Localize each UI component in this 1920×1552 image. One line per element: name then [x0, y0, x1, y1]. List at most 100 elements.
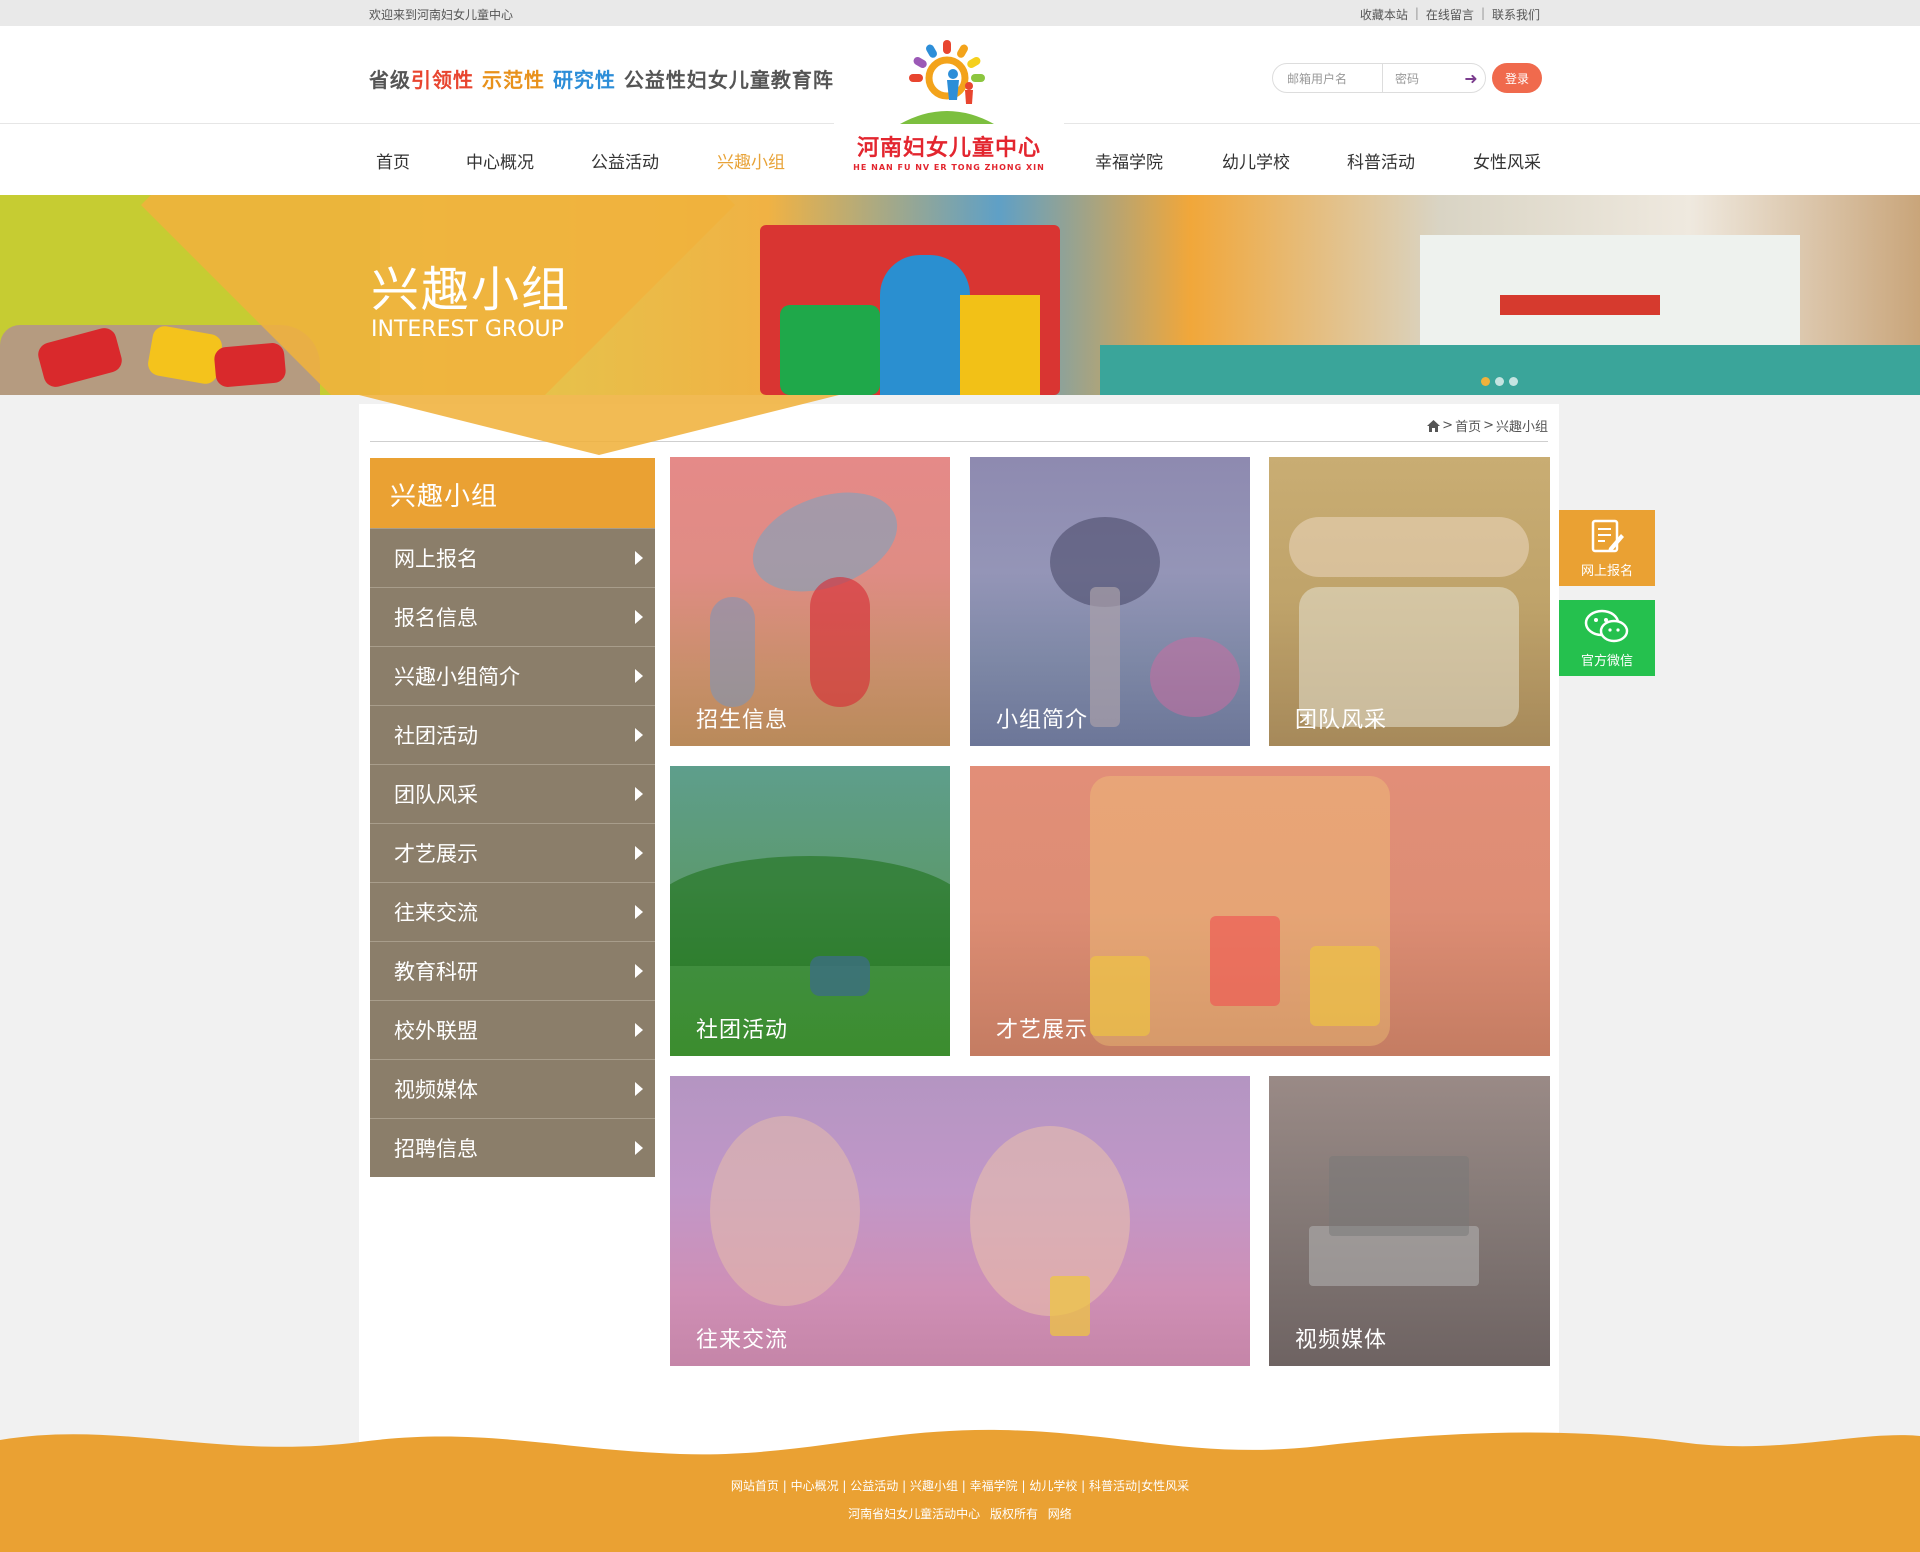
footer-copyright: 河南省妇女儿童活动中心 版权所有 网络: [848, 1507, 1072, 1521]
nav-item-science[interactable]: 科普活动: [1347, 148, 1415, 173]
carousel-dots: [1481, 377, 1518, 386]
caret-right-icon: [635, 964, 643, 978]
caret-right-icon: [635, 787, 643, 801]
tile-photo: [1150, 637, 1240, 717]
banner-title: 兴趣小组: [371, 262, 572, 318]
caret-right-icon: [635, 610, 643, 624]
carousel-dot[interactable]: [1495, 377, 1504, 386]
edit-form-icon: [1591, 519, 1624, 553]
sidebar-item-label: 往来交流: [394, 901, 478, 925]
slogan-part: 公益性妇女儿童教育阵地: [623, 68, 855, 92]
slogan-part: 引领性: [411, 68, 474, 92]
footer-link[interactable]: 科普活动: [1089, 1479, 1137, 1493]
banner-scene: [1500, 295, 1660, 315]
sidebar-item-signup-info[interactable]: 报名信息: [370, 587, 655, 646]
carousel-dot[interactable]: [1481, 377, 1490, 386]
sidebar-item-research[interactable]: 教育科研: [370, 941, 655, 1000]
nav-item-overview[interactable]: 中心概况: [466, 148, 534, 173]
message-link[interactable]: 在线留言: [1419, 6, 1481, 23]
wechat-icon: [1584, 609, 1629, 643]
nav-item-happiness-academy[interactable]: 幸福学院: [1095, 148, 1163, 173]
tile-photo: [670, 856, 950, 966]
footer-link[interactable]: 幸福学院: [970, 1479, 1018, 1493]
slogan-part: 研究性: [552, 68, 616, 92]
nav-item-charity[interactable]: 公益活动: [591, 148, 659, 173]
sidebar-item-label: 报名信息: [394, 606, 478, 630]
password-input[interactable]: 密码: [1383, 64, 1457, 92]
breadcrumb-current: 兴趣小组: [1495, 420, 1548, 435]
sidebar-item-video-media[interactable]: 视频媒体: [370, 1059, 655, 1118]
breadcrumb-sep: >: [1483, 418, 1494, 433]
tile-photo: [1090, 956, 1150, 1036]
nav-item-interest-group[interactable]: 兴趣小组: [717, 148, 785, 173]
bookmark-link[interactable]: 收藏本站: [1353, 6, 1415, 23]
footer-link[interactable]: 中心概况: [791, 1479, 839, 1493]
logo-pinyin-name: HE NAN FU NV ER TONG ZHONG XIN: [853, 163, 1045, 172]
sidebar-item-talent-show[interactable]: 才艺展示: [370, 823, 655, 882]
sidebar-item-recruitment[interactable]: 招聘信息: [370, 1118, 655, 1177]
login-box: 邮箱用户名 密码 ➜: [1272, 63, 1486, 93]
carousel-dot[interactable]: [1509, 377, 1518, 386]
footer-link[interactable]: 幼儿学校: [1029, 1479, 1077, 1493]
login-button[interactable]: 登录: [1492, 63, 1542, 93]
sidebar-item-online-signup[interactable]: 网上报名: [370, 528, 655, 587]
banner-triangle: [359, 395, 839, 455]
contact-link[interactable]: 联系我们: [1485, 6, 1547, 23]
sidebar-item-group-intro[interactable]: 兴趣小组简介: [370, 646, 655, 705]
tile-exchange[interactable]: 往来交流: [670, 1076, 1250, 1366]
slogan-part: 示范性: [481, 68, 545, 92]
caret-right-icon: [635, 1023, 643, 1037]
username-input[interactable]: 邮箱用户名: [1273, 64, 1383, 92]
caret-right-icon: [635, 1141, 643, 1155]
caret-right-icon: [635, 905, 643, 919]
footer-link[interactable]: 兴趣小组: [910, 1479, 958, 1493]
tile-photo: [710, 597, 755, 707]
sidebar-item-label: 校外联盟: [394, 1019, 478, 1043]
footer-link[interactable]: 女性风采: [1141, 1479, 1189, 1493]
top-bar: 欢迎来到河南妇女儿童中心 收藏本站 | 在线留言 | 联系我们: [0, 0, 1920, 26]
login-form: 邮箱用户名 密码 ➜ 登录: [1272, 63, 1542, 93]
tile-photo: [810, 577, 870, 707]
sidebar-item-team-style[interactable]: 团队风采: [370, 764, 655, 823]
footer: 网站首页 | 中心概况 | 公益活动 | 兴趣小组 | 幸福学院 | 幼儿学校 …: [0, 1420, 1920, 1552]
sidebar-item-label: 社团活动: [394, 724, 478, 748]
sidebar-item-alliance[interactable]: 校外联盟: [370, 1000, 655, 1059]
float-wechat-label: 官方微信: [1580, 654, 1633, 669]
sidebar-item-club-activities[interactable]: 社团活动: [370, 705, 655, 764]
caret-right-icon: [635, 551, 643, 565]
slogan: 省级引领性 示范性 研究性 公益性妇女儿童教育阵地: [369, 64, 855, 93]
sidebar-menu: 网上报名 报名信息 兴趣小组简介 社团活动 团队风采 才艺展示 往来交流 教育科…: [370, 528, 655, 1177]
caret-right-icon: [635, 1082, 643, 1096]
tile-club-activities[interactable]: 社团活动: [670, 766, 950, 1056]
nav-item-home[interactable]: 首页: [376, 148, 410, 173]
tile-photo: [1310, 946, 1380, 1026]
home-icon[interactable]: [1427, 419, 1441, 432]
logo-chinese-name: 河南妇女儿童中心: [856, 136, 1041, 161]
site-logo[interactable]: 河南妇女儿童中心 HE NAN FU NV ER TONG ZHONG XIN: [834, 26, 1064, 176]
sidebar-item-label: 招聘信息: [394, 1137, 478, 1161]
tile-label: 小组简介: [996, 708, 1089, 733]
tile-label: 社团活动: [696, 1018, 789, 1043]
footer-link[interactable]: 网站首页: [731, 1479, 779, 1493]
tile-team-style[interactable]: 团队风采: [1269, 457, 1550, 746]
caret-right-icon: [635, 846, 643, 860]
tile-video-media[interactable]: 视频媒体: [1269, 1076, 1550, 1366]
nav-item-women[interactable]: 女性风采: [1473, 148, 1541, 173]
tile-group-intro[interactable]: 小组简介: [970, 457, 1250, 746]
caret-right-icon: [635, 669, 643, 683]
sidebar-item-exchange[interactable]: 往来交流: [370, 882, 655, 941]
banner-scene: [1100, 345, 1920, 395]
sidebar-title: 兴趣小组: [370, 458, 655, 528]
nav-item-kindergarten[interactable]: 幼儿学校: [1222, 148, 1290, 173]
sidebar-item-label: 才艺展示: [394, 842, 478, 866]
arrow-right-icon[interactable]: ➜: [1457, 69, 1485, 88]
float-wechat-button[interactable]: 官方微信: [1559, 600, 1655, 676]
banner-subtitle: INTEREST GROUP: [371, 317, 564, 342]
float-signup-button[interactable]: 网上报名: [1559, 510, 1655, 586]
footer-link[interactable]: 公益活动: [850, 1479, 898, 1493]
banner-scene: [880, 255, 970, 395]
tile-admissions[interactable]: 招生信息: [670, 457, 950, 746]
tile-talent-show[interactable]: 才艺展示: [970, 766, 1550, 1056]
breadcrumb-sep: >: [1442, 418, 1454, 433]
breadcrumb-home[interactable]: 首页: [1455, 416, 1481, 435]
